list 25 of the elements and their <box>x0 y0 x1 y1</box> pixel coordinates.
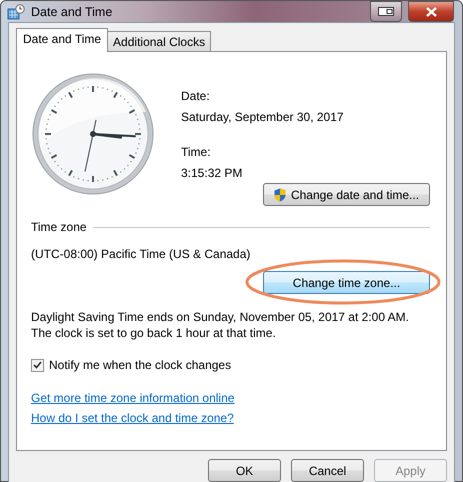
checkbox-label: Notify me when the clock changes <box>49 358 232 372</box>
time-zone-value: (UTC-08:00) Pacific Time (US & Canada) <box>31 247 252 261</box>
checkmark-icon <box>33 361 42 369</box>
tab[interactable]: Date and Time <box>16 28 108 52</box>
change-date-time-button[interactable]: Change date and time... <box>263 183 430 206</box>
shield-icon <box>274 188 286 202</box>
dst-note: Daylight Saving Time ends on Sunday, November 05, 2017 at 2:00 AM. The clock is set to go back 1 hour at that time. <box>31 309 410 341</box>
close-button[interactable] <box>408 1 454 22</box>
close-icon <box>426 6 436 16</box>
section-heading: Time zone <box>31 220 87 234</box>
time-value: 3:15:32 PM <box>181 166 244 180</box>
window-icon <box>378 7 394 16</box>
help-link[interactable]: How do I set the clock and time zone? <box>31 411 234 425</box>
help-link[interactable]: Get more time zone information online <box>31 391 234 405</box>
window-button[interactable] <box>370 1 402 22</box>
time-label: Time: <box>181 145 212 159</box>
date-value: Saturday, September 30, 2017 <box>181 110 345 124</box>
calendar-clock-icon <box>7 4 25 20</box>
notify-checkbox[interactable] <box>31 358 44 372</box>
dialog-button[interactable]: OK <box>208 459 281 482</box>
window-title: Date and Time <box>31 4 114 18</box>
tab[interactable]: Additional Clocks <box>107 31 212 51</box>
dialog-button[interactable]: Cancel <box>291 459 364 482</box>
change-time-zone-button[interactable]: Change time zone... <box>263 271 430 294</box>
date-label: Date: <box>181 89 211 103</box>
